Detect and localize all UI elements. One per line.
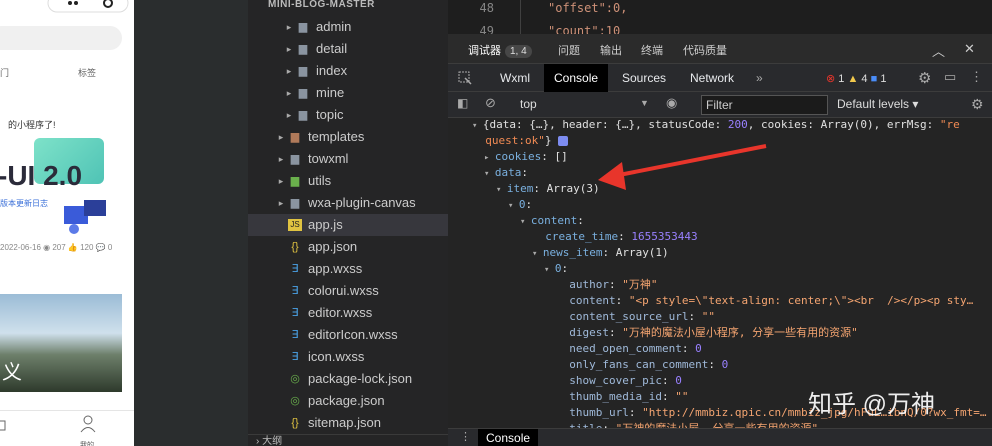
chevron-right-icon[interactable]: ▸ (284, 60, 294, 82)
home-icon[interactable] (0, 415, 8, 431)
chevron-right-icon[interactable]: ▸ (284, 16, 294, 38)
phone-tab-1[interactable]: 标签 (78, 66, 96, 79)
chevron-right-icon[interactable]: ▸ (276, 126, 286, 148)
watermark: 知乎 @万神 (808, 391, 936, 418)
phone-status-bar (0, 0, 134, 16)
chevron-right-icon[interactable]: ▸ (284, 104, 294, 126)
json-file-icon: {} (291, 417, 299, 429)
cover-text: 义 (2, 362, 22, 384)
code-line[interactable]: "offset":0, (548, 1, 627, 15)
file-tree-label: app.json (308, 239, 358, 254)
file-tree-item[interactable]: JS app.js (248, 214, 448, 236)
devtools-panel: 调试器 1, 4 问题 输出 终端 代码质量 ︿ ✕ Wxml Console S… (448, 34, 992, 446)
outline-section[interactable]: › 大纲 (248, 434, 448, 446)
post-meta: 2022-06-16 ◉ 207 👍 120 💬 0 (0, 243, 113, 252)
wxss-file-icon: ∃ (291, 329, 299, 341)
folder-icon: ▆ (290, 197, 300, 209)
banner-script-text: 的小程序了! (8, 120, 56, 130)
file-tree-label: sitemap.json (308, 415, 381, 430)
console-drawer: ⋮ Console (448, 428, 992, 446)
file-tree-label: wxa-plugin-canvas (308, 195, 416, 210)
npm-file-icon: ◎ (290, 395, 300, 407)
code-line[interactable]: "count":10 (548, 24, 620, 34)
file-tree-label: admin (316, 19, 352, 34)
file-explorer: MINI-BLOG-MASTER ▸ ▆ admin ▸ ▆ detail ▸ ▆ index ▸… (248, 0, 448, 446)
npm-file-icon: ◎ (290, 373, 300, 385)
folder-icon: ▆ (298, 109, 308, 121)
code-editor[interactable]: 48 "offset":0, 49 "count":10 (448, 0, 992, 34)
file-tree-label: package-lock.json (308, 371, 413, 386)
wxss-file-icon: ∃ (291, 307, 299, 319)
chevron-right-icon[interactable]: ▸ (284, 38, 294, 60)
file-tree-item[interactable]: ▸ ▆ index (248, 60, 448, 82)
file-tree-item[interactable]: ▸ ▆ towxml (248, 148, 448, 170)
file-tree-label: mine (316, 85, 345, 100)
chevron-right-icon[interactable]: ▸ (276, 148, 286, 170)
js-file-icon: JS (288, 219, 302, 231)
file-tree-label: editor.wxss (308, 305, 373, 320)
phone-tab-0[interactable]: 门 (0, 66, 9, 79)
file-tree-label: colorui.wxss (308, 283, 379, 298)
folder-icon: ▆ (298, 87, 308, 99)
file-tree-label: topic (316, 107, 344, 122)
drawer-tab-console[interactable]: Console (478, 429, 539, 446)
indent-guide (520, 0, 521, 34)
banner-illustration-icon (64, 200, 106, 234)
user-icon[interactable] (80, 415, 96, 433)
file-tree-label: towxml (308, 151, 349, 166)
folder-icon: ▆ (298, 65, 308, 77)
file-tree-item[interactable]: {} sitemap.json (248, 412, 448, 434)
file-tree-label: app.js (308, 217, 343, 232)
file-tree-item[interactable]: ▸ ▆ detail (248, 38, 448, 60)
file-tree-item[interactable]: ▸ ▆ admin (248, 16, 448, 38)
tabbar-label-mine: 我的 (80, 442, 94, 446)
file-tree-item[interactable]: ∃ app.wxss (248, 258, 448, 280)
file-tree-label: icon.wxss (308, 349, 365, 364)
file-tree-item[interactable]: ◎ package.json (248, 390, 448, 412)
file-tree-item[interactable]: ∃ icon.wxss (248, 346, 448, 368)
simulator-gutter (134, 0, 248, 446)
line-number: 49 (479, 24, 494, 34)
phone-search-bar[interactable] (0, 26, 122, 50)
folder-icon: ▆ (298, 21, 308, 33)
phone-tabbar (0, 410, 134, 446)
file-tree-item[interactable]: ∃ editor.wxss (248, 302, 448, 324)
file-tree-item[interactable]: ▸ ▆ templates (248, 126, 448, 148)
folder-templates-icon: ▆ (290, 131, 300, 143)
banner-subtitle: 版本更新日志 (0, 199, 48, 208)
capsule-icon[interactable] (0, 0, 134, 16)
banner-title: -UI 2.0 (0, 160, 83, 191)
folder-icon: ▆ (290, 153, 300, 165)
wxss-file-icon: ∃ (291, 263, 299, 275)
file-tree-item[interactable]: ▸ ▆ wxa-plugin-canvas (248, 192, 448, 214)
file-tree-label: detail (316, 41, 348, 56)
file-tree-label: templates (308, 129, 365, 144)
file-tree-item[interactable]: ▸ ▆ topic (248, 104, 448, 126)
file-tree-label: index (316, 63, 348, 78)
explorer-title[interactable]: MINI-BLOG-MASTER (248, 0, 448, 12)
file-tree-item[interactable]: ∃ editorIcon.wxss (248, 324, 448, 346)
file-tree-label: editorIcon.wxss (308, 327, 398, 342)
chevron-right-icon[interactable]: ▸ (276, 192, 286, 214)
drawer-menu-icon[interactable]: ⋮ (460, 430, 471, 443)
file-tree-item[interactable]: ◎ package-lock.json (248, 368, 448, 390)
file-tree-item[interactable]: ▸ ▆ mine (248, 82, 448, 104)
explorer-title-text: MINI-BLOG-MASTER (268, 0, 375, 10)
chevron-right-icon[interactable]: ▸ (284, 82, 294, 104)
folder-icon: ▆ (298, 43, 308, 55)
wxss-file-icon: ∃ (291, 285, 299, 297)
line-number: 48 (479, 1, 494, 15)
file-tree-label: app.wxss (308, 261, 363, 276)
file-tree-label: package.json (308, 393, 385, 408)
chevron-right-icon[interactable]: ▸ (276, 170, 286, 192)
file-tree-item[interactable]: ▸ ▆ utils (248, 170, 448, 192)
phone-simulator: 门 标签 的小程序了! -UI 2.0 版本更新日志 2022-06-16 ◉ … (0, 0, 134, 446)
json-file-icon: {} (291, 241, 299, 253)
file-tree-item[interactable]: ∃ colorui.wxss (248, 280, 448, 302)
wxss-file-icon: ∃ (291, 351, 299, 363)
file-tree-label: utils (308, 173, 332, 188)
folder-utils-icon: ▆ (290, 175, 300, 187)
file-tree-item[interactable]: {} app.json (248, 236, 448, 258)
